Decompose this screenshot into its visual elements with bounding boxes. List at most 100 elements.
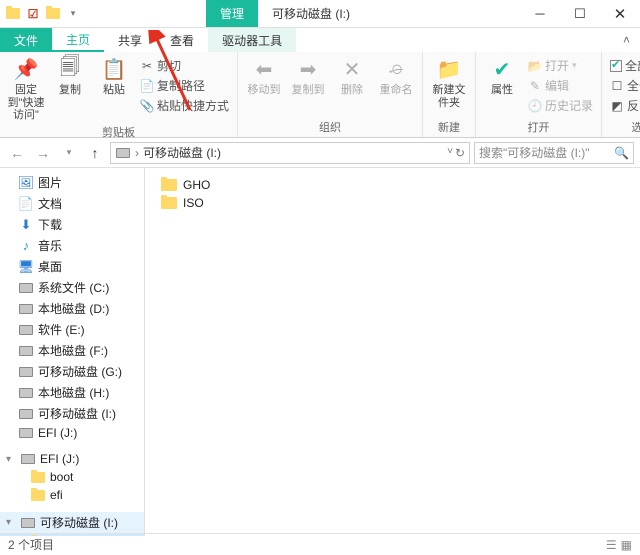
tree-downloads[interactable]: ⬇下载	[0, 214, 144, 235]
paste-shortcut-button[interactable]: 📎粘贴快捷方式	[138, 96, 231, 115]
properties-qat-icon[interactable]: ☑	[24, 5, 42, 23]
folder-icon	[30, 470, 46, 484]
properties-icon: ✔	[489, 56, 515, 82]
manage-context-tab[interactable]: 管理	[206, 0, 258, 27]
file-list[interactable]: GHO ISO	[145, 168, 640, 536]
pictures-icon: 🖼	[18, 176, 34, 190]
icons-view-button[interactable]: ▦	[621, 538, 632, 552]
rename-icon: ⌮	[383, 56, 409, 82]
rename-button[interactable]: ⌮ 重命名	[376, 56, 416, 97]
music-icon: ♪	[18, 239, 34, 253]
content-area: 🖼图片 📄文档 ⬇下载 ♪音乐 🖥桌面 系统文件 (C:) 本地磁盘 (D:) …	[0, 168, 640, 536]
copy-to-button[interactable]: ➡ 复制到	[288, 56, 328, 97]
navigation-bar: ← → ▾ ↑ › 可移动磁盘 (I:) ˅ ↻ 搜索"可移动磁盘 (I:)" …	[0, 138, 640, 168]
tree-removable-i-group[interactable]: 可移动磁盘 (I:)	[0, 512, 144, 533]
pin-button[interactable]: 📌 固定到"快速访问"	[6, 56, 46, 122]
recent-locations-button[interactable]: ▾	[58, 142, 80, 164]
drive-icon	[18, 407, 34, 421]
tab-view[interactable]: 查看	[156, 28, 208, 52]
search-input[interactable]: 搜索"可移动磁盘 (I:)" 🔍	[474, 142, 634, 164]
select-none-button[interactable]: ☐全部取消	[608, 76, 640, 95]
group-label: 打开	[482, 117, 595, 135]
tree-documents[interactable]: 📄文档	[0, 193, 144, 214]
tree-boot-folder[interactable]: boot	[0, 468, 144, 486]
invert-icon: ◩	[610, 99, 624, 113]
drive-icon	[18, 365, 34, 379]
tree-drive-h[interactable]: 本地磁盘 (H:)	[0, 382, 144, 403]
scissors-icon: ✂	[140, 59, 154, 73]
search-icon: 🔍	[614, 146, 629, 160]
details-view-button[interactable]: ☰	[606, 538, 617, 552]
tree-music[interactable]: ♪音乐	[0, 235, 144, 256]
delete-button[interactable]: ✕ 删除	[332, 56, 372, 97]
invert-selection-button[interactable]: ◩反向选择	[608, 96, 640, 115]
back-button[interactable]: ←	[6, 142, 28, 164]
navigation-tree[interactable]: 🖼图片 📄文档 ⬇下载 ♪音乐 🖥桌面 系统文件 (C:) 本地磁盘 (D:) …	[0, 168, 145, 536]
tree-drive-d[interactable]: 本地磁盘 (D:)	[0, 298, 144, 319]
copy-button[interactable]: 🗐 复制	[50, 56, 90, 97]
minimize-button[interactable]: ─	[520, 0, 560, 28]
breadcrumb[interactable]: 可移动磁盘 (I:)	[143, 144, 221, 161]
folder-icon	[161, 179, 177, 191]
list-item[interactable]: GHO	[157, 176, 628, 194]
history-icon: 🕘	[528, 99, 542, 113]
folder-icon	[4, 5, 22, 23]
up-button[interactable]: ↑	[84, 142, 106, 164]
tree-drive-c[interactable]: 系统文件 (C:)	[0, 277, 144, 298]
folder-icon	[30, 488, 46, 502]
drive-icon	[18, 386, 34, 400]
window-controls: ─ ☐ ✕	[520, 0, 640, 28]
new-folder-icon: 📁	[436, 56, 462, 82]
tree-efi-j-group[interactable]: EFI (J:)	[0, 450, 144, 468]
ribbon: 📌 固定到"快速访问" 🗐 复制 📋 粘贴 ✂剪切 📄复制路径 📎粘贴快捷方式 …	[0, 52, 640, 138]
open-button[interactable]: 📂打开▾	[526, 56, 595, 75]
drive-icon	[18, 302, 34, 316]
edit-button[interactable]: ✎编辑	[526, 76, 595, 95]
cut-button[interactable]: ✂剪切	[138, 56, 231, 75]
tab-home[interactable]: 主页	[52, 28, 104, 52]
tree-drive-g[interactable]: 可移动磁盘 (G:)	[0, 361, 144, 382]
tree-pictures[interactable]: 🖼图片	[0, 172, 144, 193]
history-button[interactable]: 🕘历史记录	[526, 96, 595, 115]
window-title: 可移动磁盘 (I:)	[258, 0, 364, 27]
tab-file[interactable]: 文件	[0, 28, 52, 52]
drive-icon	[20, 452, 36, 466]
group-label: 选择	[608, 117, 640, 135]
dropdown-icon[interactable]: ˅	[447, 146, 453, 160]
drive-icon	[18, 323, 34, 337]
close-button[interactable]: ✕	[600, 0, 640, 28]
tree-desktop[interactable]: 🖥桌面	[0, 256, 144, 277]
copy-path-button[interactable]: 📄复制路径	[138, 76, 231, 95]
new-folder-button[interactable]: 📁 新建文件夹	[429, 56, 469, 109]
group-new: 📁 新建文件夹 新建	[423, 52, 476, 137]
move-to-button[interactable]: ⬅ 移动到	[244, 56, 284, 97]
refresh-button[interactable]: ↻	[455, 146, 465, 160]
copy-icon: 🗐	[57, 56, 83, 82]
quick-access-toolbar: ☑ ▾	[0, 5, 86, 23]
tree-drive-j[interactable]: EFI (J:)	[0, 424, 144, 442]
qat-dropdown-icon[interactable]: ▾	[64, 5, 82, 23]
forward-button[interactable]: →	[32, 142, 54, 164]
drive-icon	[115, 146, 131, 160]
path-icon: 📄	[140, 79, 154, 93]
tree-drive-i[interactable]: 可移动磁盘 (I:)	[0, 403, 144, 424]
paste-button[interactable]: 📋 粘贴	[94, 56, 134, 97]
checkbox-icon	[610, 60, 622, 72]
drive-icon	[18, 281, 34, 295]
status-bar: 2 个项目 ☰ ▦	[0, 533, 640, 555]
tab-drive-tools[interactable]: 驱动器工具	[208, 28, 296, 52]
properties-button[interactable]: ✔ 属性	[482, 56, 522, 97]
tree-drive-e[interactable]: 软件 (E:)	[0, 319, 144, 340]
address-bar[interactable]: › 可移动磁盘 (I:) ˅ ↻	[110, 142, 470, 164]
group-label: 组织	[244, 117, 416, 135]
tree-drive-f[interactable]: 本地磁盘 (F:)	[0, 340, 144, 361]
tab-share[interactable]: 共享	[104, 28, 156, 52]
maximize-button[interactable]: ☐	[560, 0, 600, 28]
list-item[interactable]: ISO	[157, 194, 628, 212]
folder-icon	[161, 197, 177, 209]
ribbon-collapse-button[interactable]: ˄	[613, 28, 640, 52]
drive-icon	[20, 516, 36, 530]
tree-efi-folder[interactable]: efi	[0, 486, 144, 504]
desktop-icon: 🖥	[18, 260, 34, 274]
select-all-button[interactable]: 全部选择	[608, 56, 640, 75]
